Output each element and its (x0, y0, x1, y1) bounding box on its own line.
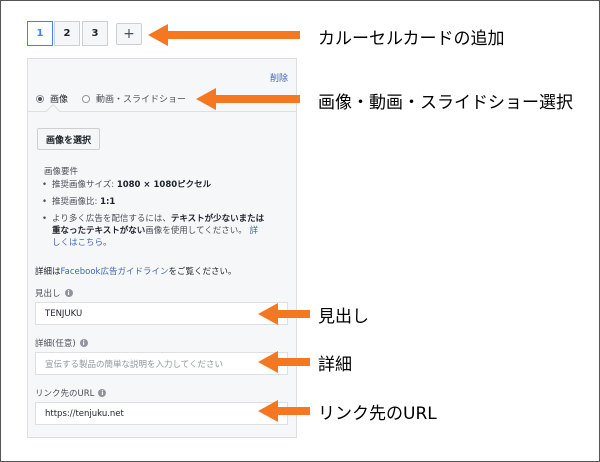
list-item: • 推奨画像サイズ: 1080 × 1080ピクセル (42, 180, 212, 190)
requirements-list: • 推奨画像サイズ: 1080 × 1080ピクセル • 推奨画像比: 1:1 … (40, 179, 288, 254)
headline-input[interactable]: TENJUKU (35, 302, 288, 325)
annotation-description: 詳細 (318, 355, 352, 375)
left-arrow-icon (258, 400, 310, 422)
annotation-add-card: カルーセルカードの追加 (318, 29, 505, 49)
annotation-headline: 見出し (318, 307, 369, 327)
left-arrow-icon (148, 24, 300, 46)
headline-label: 見出し i (35, 287, 73, 299)
info-icon[interactable]: i (64, 289, 73, 297)
left-arrow-icon (258, 351, 310, 373)
annotation-media-select: 画像・動画・スライドショー選択 (318, 93, 573, 113)
radio-button-unselected[interactable] (82, 94, 91, 103)
left-arrow-icon (196, 88, 300, 110)
description-input[interactable]: 宣伝する製品の簡単な説明を入力してください (35, 352, 288, 375)
guideline-note: 詳細はFacebook広告ガイドラインをご覧ください。 (35, 267, 237, 277)
delete-link[interactable]: 削除 (270, 71, 288, 84)
section-divider (28, 111, 296, 112)
learn-more-link[interactable]: 詳 (249, 226, 258, 236)
info-icon[interactable]: i (98, 389, 107, 397)
annotation-url: リンク先のURL (318, 404, 437, 424)
list-item: • 推奨画像比: 1:1 (42, 197, 116, 207)
url-input[interactable]: https://tenjuku.net (35, 402, 288, 425)
info-icon[interactable]: i (79, 339, 88, 347)
url-label: リンク先のURL i (35, 387, 107, 399)
card-panel: 削除 画像 動画・スライドショー 画像を選択 画像要件 • 推奨画像サイズ: 1… (27, 58, 297, 438)
description-label: 詳細(任意) i (35, 337, 88, 349)
add-card-button[interactable]: + (116, 23, 142, 45)
radio-video-label: 動画・スライドショー (96, 95, 187, 105)
radio-video-option[interactable]: 動画・スライドショー (82, 92, 186, 105)
radio-button-selected[interactable] (36, 94, 44, 103)
left-arrow-icon (258, 303, 310, 325)
card-tab-1[interactable]: 1 (27, 21, 53, 46)
media-type-selector: 画像 動画・スライドショー (36, 92, 200, 105)
learn-more-link-cont[interactable]: しくはこちら (52, 238, 103, 248)
card-tab-3[interactable]: 3 (82, 21, 108, 46)
list-item: • より多く広告を配信するには、テキストが少ないまたは 重なったテキストがない画… (42, 214, 265, 248)
guideline-link[interactable]: Facebook広告ガイドライン (61, 267, 169, 277)
card-tab-2[interactable]: 2 (54, 21, 80, 46)
selection-pointer (45, 103, 61, 119)
select-image-button[interactable]: 画像を選択 (37, 128, 101, 150)
requirements-title: 画像要件 (44, 167, 79, 177)
